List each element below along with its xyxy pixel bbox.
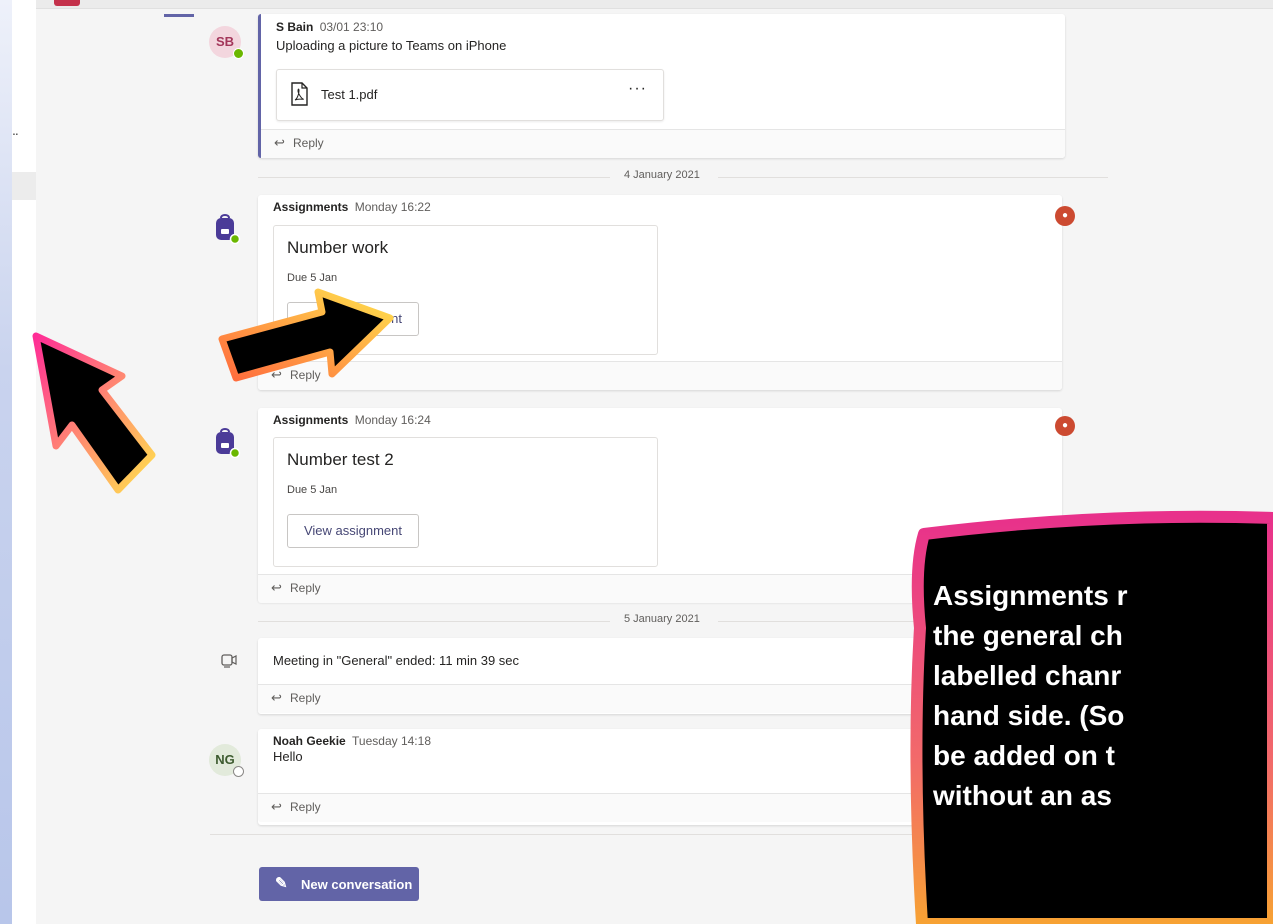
arrow-pointing-view-assignment [218, 288, 394, 382]
callout-line: labelled chanr [933, 660, 1122, 691]
arrow-pointing-left-panel [32, 332, 156, 494]
callout-line: without an as [933, 780, 1112, 811]
callout-line: hand side. (So [933, 700, 1125, 731]
callout-text: Assignments r the general ch labelled ch… [933, 576, 1273, 816]
callout-line: Assignments r [933, 580, 1128, 611]
callout-line: be added on t [933, 740, 1115, 771]
annotation-callout: Assignments r the general ch labelled ch… [904, 508, 1273, 924]
callout-line: the general ch [933, 620, 1123, 651]
